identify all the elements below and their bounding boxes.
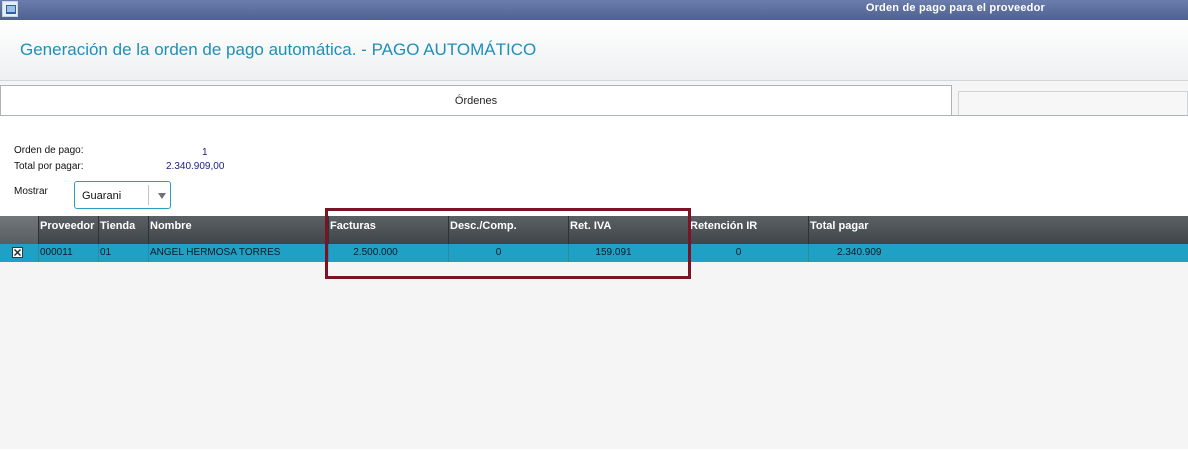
page-header: Generación de la orden de pago automátic… [0,20,1188,81]
tab-ordenes[interactable]: Órdenes [0,85,952,115]
cell-ret-iva: 159.091 [568,244,658,262]
cell-total-pagar: 2.340.909 [808,244,1188,262]
total-por-pagar-value: 2.340.909,00 [166,161,225,172]
cell-retencion-ir: 0 [688,244,788,262]
column-header-retencion-ir[interactable]: Retención IR [688,216,808,244]
select-divider [148,185,149,205]
tab-secondary[interactable] [958,91,1188,115]
window-titlebar: Orden de pago para el proveedor [0,0,1188,20]
column-header-ret-iva[interactable]: Ret. IVA [568,216,688,244]
row-checkbox[interactable] [12,247,23,258]
mostrar-selected-value: Guarani [82,190,122,202]
column-header-nombre[interactable]: Nombre [148,216,328,244]
page-title: Generación de la orden de pago automátic… [20,40,537,59]
column-header-proveedor[interactable]: Proveedor [38,216,98,244]
column-header-desc-comp[interactable]: Desc./Comp. [448,216,568,244]
cell-facturas: 2.500.000 [328,244,422,262]
column-header-tienda[interactable]: Tienda [98,216,148,244]
orders-grid: Proveedor Tienda Nombre Facturas Desc./C… [0,216,1188,449]
cell-proveedor: 000011 [38,244,98,262]
cell-nombre: ANGEL HERMOSA TORRES [148,244,328,262]
total-por-pagar-label: Total por pagar: [14,161,84,172]
mostrar-select[interactable]: Guarani [74,181,171,209]
checkmark-x-icon [14,249,21,256]
chevron-down-icon[interactable] [158,193,166,199]
tab-bar: Órdenes [0,85,1188,117]
tab-ordenes-label: Órdenes [454,95,498,107]
window-title: Orden de pago para el proveedor [865,2,1045,14]
grid-header: Proveedor Tienda Nombre Facturas Desc./C… [0,216,1188,244]
table-row[interactable]: 000011 01 ANGEL HERMOSA TORRES 2.500.000… [0,244,1188,262]
column-header-total-pagar[interactable]: Total pagar [808,216,1188,244]
window-icon[interactable] [2,1,18,17]
orden-de-pago-value: 1 [202,147,208,158]
orden-de-pago-label: Orden de pago: [14,145,84,156]
cell-desc-comp: 0 [448,244,548,262]
select-all-header[interactable] [0,216,39,244]
column-header-facturas[interactable]: Facturas [328,216,448,244]
mostrar-label: Mostrar [14,186,48,197]
cell-tienda: 01 [98,244,148,262]
